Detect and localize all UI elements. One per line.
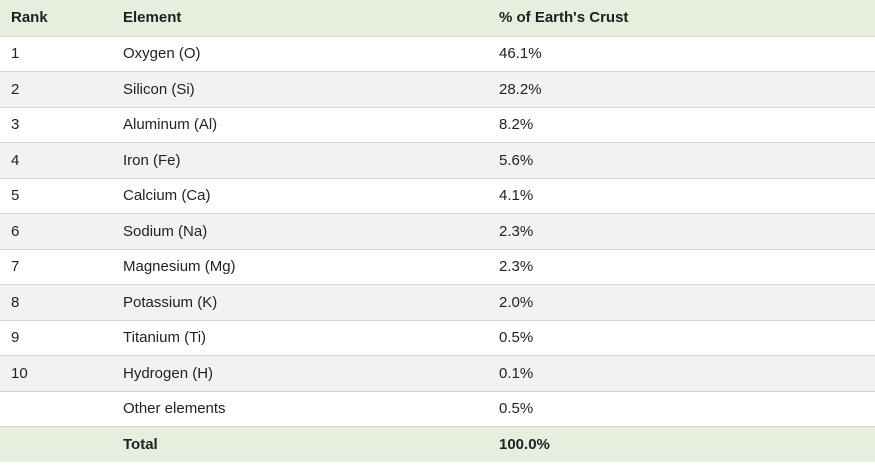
cell-element: Iron (Fe) [123, 151, 181, 169]
cell-rank: 9 [11, 329, 20, 347]
cell-element: Oxygen (O) [123, 45, 201, 63]
cell-rank: 8 [11, 293, 20, 311]
cell-percent: 0.5% [499, 329, 534, 347]
cell-element: Calcium (Ca) [123, 187, 211, 205]
cell-element: Aluminum (Al) [123, 116, 218, 134]
cell-percent: 2.0% [499, 293, 534, 311]
table-row: 1 Oxygen (O) 46.1% [0, 36, 875, 72]
total-row: Total 100.0% [0, 426, 875, 463]
cell-percent: 0.1% [499, 364, 534, 382]
header-percent: % of Earth's Crust [499, 9, 629, 27]
table-row: 9 Titanium (Ti) 0.5% [0, 320, 875, 356]
cell-element: Sodium (Na) [123, 222, 208, 240]
total-label: Total [123, 436, 158, 453]
table-header: Rank Element % of Earth's Crust [0, 0, 875, 36]
cell-element: Silicon (Si) [123, 80, 195, 98]
cell-rank: 3 [11, 116, 20, 134]
header-row: Rank Element % of Earth's Crust [0, 0, 875, 36]
table-row: 2 Silicon (Si) 28.2% [0, 71, 875, 107]
cell-percent: 5.6% [499, 151, 534, 169]
table-row: 5 Calcium (Ca) 4.1% [0, 178, 875, 214]
table-row: Other elements 0.5% [0, 391, 875, 427]
table-row: 7 Magnesium (Mg) 2.3% [0, 249, 875, 285]
cell-percent: 2.3% [499, 258, 534, 276]
table-row: 6 Sodium (Na) 2.3% [0, 213, 875, 249]
cell-rank: 5 [11, 187, 20, 205]
crust-elements-table: Rank Element % of Earth's Crust 1 Oxygen… [0, 0, 875, 462]
total-percent: 100.0% [499, 436, 550, 453]
cell-rank: 6 [11, 222, 20, 240]
cell-percent: 4.1% [499, 187, 534, 205]
cell-percent: 46.1% [499, 45, 542, 63]
cell-rank [0, 391, 112, 427]
cell-rank: 7 [11, 258, 20, 276]
cell-rank: 4 [11, 151, 20, 169]
cell-rank: 2 [11, 80, 20, 98]
cell-element: Hydrogen (H) [123, 364, 214, 382]
table-row: 3 Aluminum (Al) 8.2% [0, 107, 875, 143]
cell-rank: 1 [11, 45, 20, 63]
table-row: 10 Hydrogen (H) 0.1% [0, 355, 875, 391]
cell-rank: 10 [11, 364, 28, 382]
cell-element: Titanium (Ti) [123, 329, 207, 347]
cell-percent: 28.2% [499, 80, 542, 98]
cell-percent: 0.5% [499, 400, 534, 418]
cell-percent: 2.3% [499, 222, 534, 240]
header-rank: Rank [11, 9, 48, 27]
total-rank [0, 427, 112, 463]
cell-element: Other elements [123, 400, 226, 418]
cell-element: Potassium (K) [123, 293, 218, 311]
cell-element: Magnesium (Mg) [123, 258, 236, 276]
table-row: 4 Iron (Fe) 5.6% [0, 142, 875, 178]
table-body: 1 Oxygen (O) 46.1% 2 Silicon (Si) 28.2% … [0, 36, 875, 462]
table-row: 8 Potassium (K) 2.0% [0, 284, 875, 320]
header-element: Element [123, 9, 182, 27]
cell-percent: 8.2% [499, 116, 534, 134]
